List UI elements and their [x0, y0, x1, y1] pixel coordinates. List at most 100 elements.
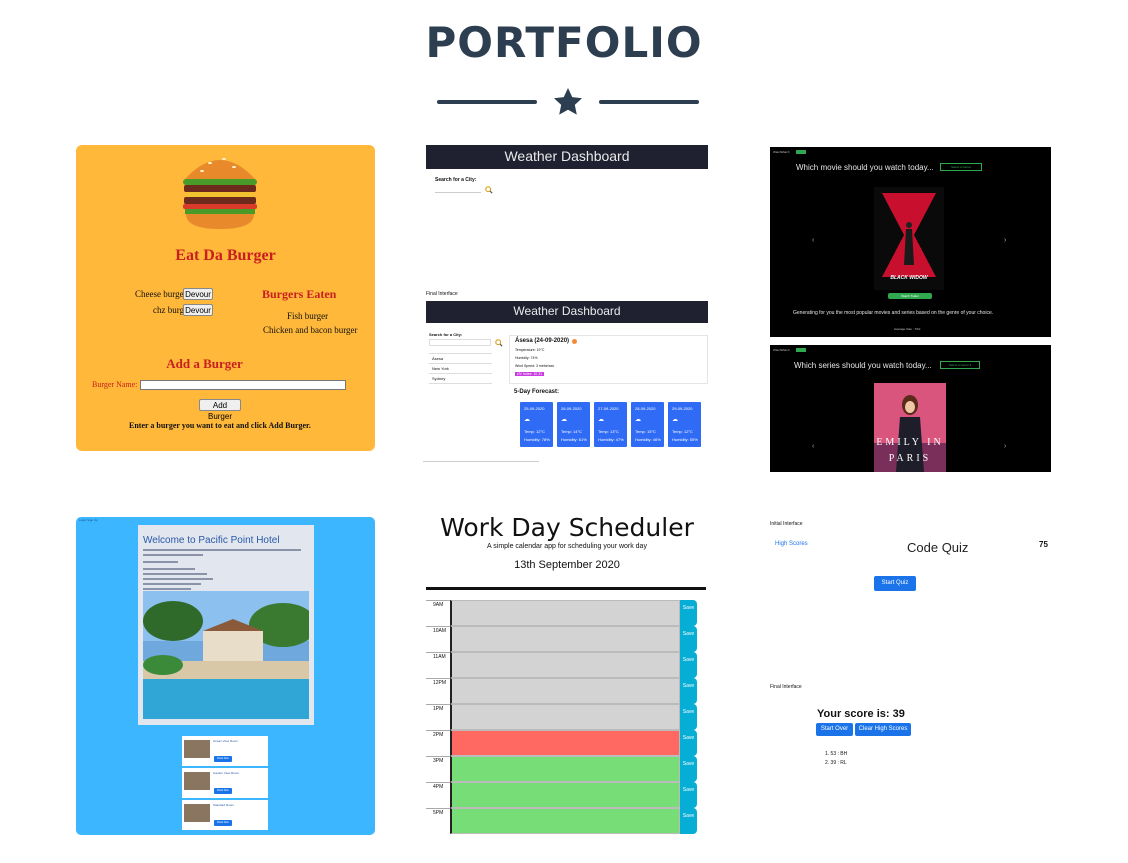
task-textarea[interactable] [450, 730, 680, 756]
burger-name-input[interactable] [140, 380, 346, 390]
save-button[interactable]: Save [680, 782, 697, 808]
hour-label: 10AM [433, 628, 447, 634]
forecast-date: 29-09-2020 [672, 406, 693, 411]
book-now-button[interactable]: Book Now [214, 788, 232, 794]
task-textarea[interactable] [450, 600, 680, 626]
page-title: PORTFOLIO [425, 18, 703, 67]
forecast-title: 5-Day Forecast: [514, 389, 560, 395]
burger-name-label: Burger Name: [92, 380, 138, 389]
save-button[interactable]: Save [680, 730, 697, 756]
project-card-scheduler[interactable]: Work Day Scheduler A simple calendar app… [426, 513, 708, 835]
time-block: 12PM Save [426, 678, 708, 704]
city-list: Ásesa New York Sydney [429, 353, 492, 384]
room-title: Standard Room [213, 803, 235, 807]
quiz-title: Code Quiz [907, 540, 969, 555]
hour-label: 1PM [433, 706, 444, 712]
initial-interface-label: Initial Interface [770, 521, 803, 527]
weather-stat: Temperature: 19°C [515, 348, 545, 352]
card-bottom-rule [423, 461, 539, 462]
room-photo [184, 740, 210, 758]
save-button[interactable]: Save [680, 652, 697, 678]
task-textarea[interactable] [450, 678, 680, 704]
devour-button[interactable]: Devour [183, 304, 213, 316]
devour-button[interactable]: Devour [183, 288, 213, 300]
room-title: Garden View Room [213, 771, 240, 775]
task-textarea[interactable] [450, 704, 680, 730]
task-textarea[interactable] [450, 626, 680, 652]
prev-arrow-icon[interactable]: ‹ [812, 237, 814, 244]
book-now-button[interactable]: Book Now [214, 820, 232, 826]
high-score-item: 1. 53 : BH [825, 751, 848, 757]
task-textarea[interactable] [450, 782, 680, 808]
hour-label: 9AM [433, 602, 444, 608]
hotel-welcome-panel: Welcome to Pacific Point Hotel [138, 525, 314, 725]
project-card-hotel[interactable]: Login Sign Up Welcome to Pacific Point H… [76, 517, 375, 835]
hotel-text-lines [143, 549, 303, 590]
time-block: 3PM Save [426, 756, 708, 782]
project-card-quiz[interactable]: Initial Interface High Scores Code Quiz … [770, 518, 1060, 778]
weather-stat: Humidity: 74% [515, 356, 538, 360]
forecast-card: 29-09-2020 ☁ Temp: 12°C Humidity: 55% [668, 402, 701, 447]
start-over-button[interactable]: Start Over [816, 723, 853, 736]
city-search-input[interactable] [429, 339, 491, 346]
save-button[interactable]: Save [680, 600, 697, 626]
time-block: 5PM Save [426, 808, 708, 834]
next-arrow-icon[interactable]: › [1004, 237, 1006, 244]
book-now-button[interactable]: Book Now [214, 756, 232, 762]
genre-select[interactable]: Select a Genre [940, 163, 982, 171]
city-list-item[interactable]: Ásesa [429, 354, 492, 364]
task-textarea[interactable] [450, 652, 680, 678]
forecast-temp: Temp: 14°C [561, 429, 582, 434]
save-button[interactable]: Save [680, 704, 697, 730]
hour-separator [426, 600, 450, 601]
hotel-title: Welcome to Pacific Point Hotel [143, 535, 280, 546]
forecast-date: 27-09-2020 [598, 406, 619, 411]
weather-header-final: Weather Dashboard [426, 301, 708, 323]
watch-trailer-button[interactable]: Watch Trailer [888, 293, 932, 299]
forecast-card: 26-09-2020 ☁ Temp: 14°C Humidity: 61% [557, 402, 590, 447]
add-burger-button[interactable]: Add Burger [199, 399, 241, 421]
city-list-item[interactable]: Sydney [429, 374, 492, 384]
forecast-date: 28-09-2020 [635, 406, 656, 411]
prev-arrow-icon[interactable]: ‹ [812, 443, 814, 450]
movie-question: Which movie should you watch today... [796, 163, 934, 172]
forecast-date: 26-09-2020 [561, 406, 582, 411]
quiz-timer: 75 [1039, 540, 1048, 549]
burger-hint: Enter a burger you want to eat and click… [129, 421, 311, 430]
hour-separator [426, 704, 450, 705]
hotel-nav[interactable]: Login Sign Up [79, 518, 98, 522]
burgers-eaten-title: Burgers Eaten [262, 287, 337, 301]
high-scores-link[interactable]: High Scores [775, 541, 808, 547]
project-card-movie[interactable]: WatchMatch Which movie should you watch … [770, 147, 1051, 472]
app-logo: WatchMatch [773, 348, 790, 352]
task-textarea[interactable] [450, 756, 680, 782]
next-arrow-icon[interactable]: › [1004, 443, 1006, 450]
clear-high-scores-button[interactable]: Clear High Scores [855, 723, 911, 736]
save-button[interactable]: Save [680, 626, 697, 652]
task-textarea[interactable] [450, 808, 680, 834]
room-card: Garden View Room Book Now [182, 768, 268, 798]
burger-item-name: chz burg [153, 305, 185, 315]
hour-label: 11AM [433, 654, 446, 660]
hour-separator [426, 756, 450, 757]
city-list-item[interactable]: New York [429, 364, 492, 374]
hour-separator [426, 808, 450, 809]
city-search-input[interactable] [435, 186, 481, 193]
poster-title: BLACK WIDOW [890, 275, 928, 281]
project-card-burger[interactable]: Eat Da Burger Cheese burger Devour chz b… [76, 145, 375, 451]
time-block: 9AM Save [426, 600, 708, 626]
genre-select[interactable]: Select a Genre ▾ [940, 361, 980, 369]
room-card: Ocean View Room Book Now [182, 736, 268, 766]
forecast-hum: Humidity: 61% [561, 437, 587, 442]
eaten-item: Chicken and bacon burger [263, 325, 358, 335]
scheduler-subtitle: A simple calendar app for scheduling you… [487, 543, 647, 550]
start-quiz-button[interactable]: Start Quiz [874, 576, 916, 591]
project-card-weather[interactable]: Weather Dashboard Search for a City: Fin… [423, 145, 708, 463]
save-button[interactable]: Save [680, 808, 697, 834]
eaten-item: Fish burger [287, 311, 329, 321]
save-button[interactable]: Save [680, 756, 697, 782]
time-block: 1PM Save [426, 704, 708, 730]
save-button[interactable]: Save [680, 678, 697, 704]
search-icon[interactable] [495, 339, 503, 347]
search-icon[interactable] [485, 186, 493, 194]
